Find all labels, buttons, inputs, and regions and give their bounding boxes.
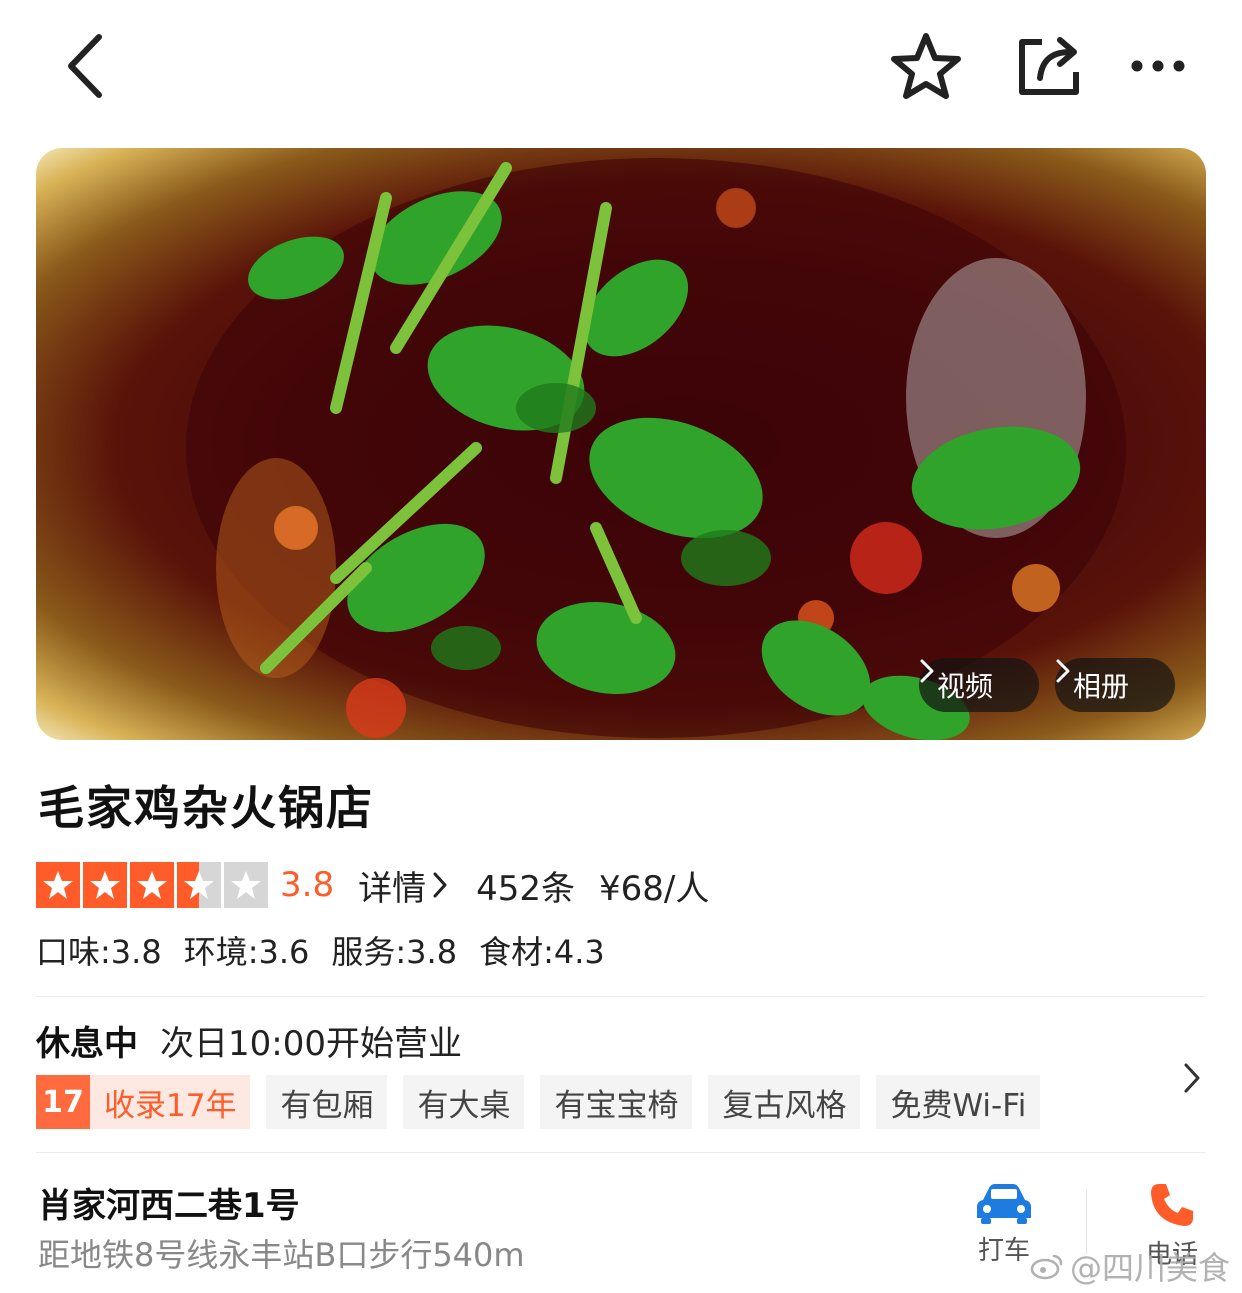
star-icon — [83, 862, 127, 908]
taste-score: 口味:3.8 — [36, 933, 162, 971]
divider — [36, 1152, 1206, 1153]
detail-label: 详情 — [358, 868, 427, 909]
chevron-right-icon — [1184, 1063, 1200, 1093]
price-per-person: ¥68/人 — [598, 868, 710, 909]
more-button[interactable] — [1120, 28, 1196, 104]
star-outline-icon — [891, 33, 961, 99]
open-status: 休息中 — [36, 1024, 138, 1064]
feature-tags[interactable]: 17 收录17年 有包厢 有大桌 有宝宝椅 复古风格 免费Wi-Fi — [36, 1075, 1041, 1129]
empty-star-icon — [224, 862, 268, 908]
hero-photo[interactable]: 视频 相册 — [36, 148, 1206, 740]
ingredients-score: 食材:4.3 — [479, 933, 605, 971]
car-icon — [977, 1184, 1031, 1224]
metro-distance: 距地铁8号线永丰站B口步行540m — [38, 1236, 525, 1274]
half-star-icon — [177, 862, 221, 908]
shop-name: 毛家鸡杂火锅店 — [38, 781, 374, 835]
feature-tag: 免费Wi-Fi — [876, 1075, 1041, 1129]
feature-tag: 复古风格 — [708, 1075, 861, 1129]
phone-icon — [1151, 1184, 1193, 1226]
weibo-logo-icon — [1030, 1254, 1063, 1280]
hours-more-button[interactable] — [1172, 1058, 1212, 1098]
share-button[interactable] — [1008, 28, 1088, 104]
rating-detail-link[interactable]: 详情 — [358, 861, 448, 910]
shop-address[interactable]: 肖家河西二巷1号 — [38, 1178, 300, 1227]
years-label: 收录17年 — [104, 1087, 237, 1124]
rating-score: 3.8 — [280, 865, 335, 905]
feature-tag: 有包厢 — [266, 1075, 388, 1129]
rating-row: 3.8 详情 452条 ¥68/人 — [36, 861, 709, 909]
years-badge: 17 — [36, 1075, 90, 1129]
taxi-label: 打车 — [977, 1236, 1030, 1266]
divider — [36, 996, 1206, 997]
environment-score: 环境:3.6 — [183, 933, 310, 971]
album-button[interactable]: 相册 — [1055, 658, 1175, 712]
chevron-right-icon — [920, 659, 934, 683]
feature-tag: 有宝宝椅 — [540, 1075, 693, 1129]
years-listed-tag: 17 收录17年 — [36, 1075, 251, 1129]
hotpot-illustration — [186, 158, 1126, 740]
next-open-time: 次日10:00开始营业 — [160, 1024, 462, 1064]
sub-scores: 口味:3.8 环境:3.6 服务:3.8 食材:4.3 — [36, 927, 627, 973]
back-button[interactable] — [50, 28, 120, 104]
star-rating — [36, 862, 268, 908]
chevron-right-icon — [1056, 659, 1070, 683]
top-nav-bar — [0, 0, 1242, 135]
shop-detail-page: 视频 相册 毛家鸡杂火锅店 3.8 详情 452条 ¥68/人 口味:3.8 环… — [0, 0, 1242, 1293]
star-icon — [130, 862, 174, 908]
watermark: @四川美食 — [1030, 1243, 1230, 1289]
video-button[interactable]: 视频 — [919, 658, 1039, 712]
star-icon — [36, 862, 80, 908]
video-label: 视频 — [937, 670, 994, 703]
more-dots-icon — [1131, 60, 1185, 72]
chevron-right-icon — [433, 872, 447, 898]
favorite-button[interactable] — [886, 28, 966, 104]
album-label: 相册 — [1073, 670, 1130, 703]
feature-tag: 有大桌 — [403, 1075, 525, 1129]
service-score: 服务:3.8 — [331, 933, 458, 971]
share-icon — [1019, 37, 1079, 95]
watermark-text: @四川美食 — [1070, 1249, 1231, 1287]
back-chevron-icon — [68, 34, 102, 98]
business-hours[interactable]: 休息中 次日10:00开始营业 — [36, 1016, 462, 1065]
review-count[interactable]: 452条 — [476, 861, 575, 910]
